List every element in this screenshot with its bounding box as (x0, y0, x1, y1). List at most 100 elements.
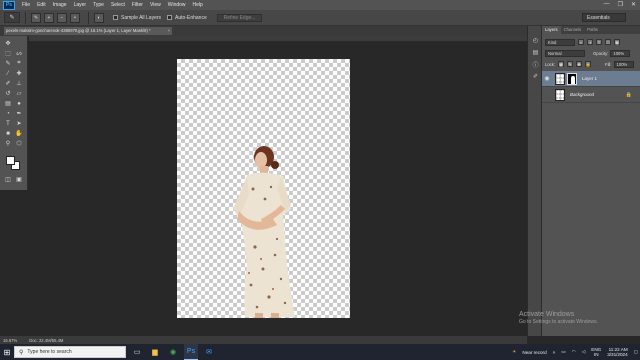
menu-select[interactable]: Select (111, 2, 125, 8)
lock-all-icon[interactable]: 🔒 (585, 61, 592, 67)
language-indicator[interactable]: ENG IN (591, 347, 601, 357)
quick-selection-tool-icon[interactable]: ✎ (3, 59, 13, 68)
lock-position-icon[interactable]: ✥ (576, 61, 583, 67)
chrome-icon[interactable]: ◉ (166, 344, 180, 360)
type-tool-icon[interactable]: T (3, 119, 13, 128)
brush-pressure-icon[interactable]: ◐ (94, 12, 104, 23)
lasso-tool-icon[interactable]: ᔕ (14, 49, 24, 58)
quick-mask-icon[interactable]: ◫ (3, 175, 13, 184)
type-filter-icon[interactable]: T (596, 39, 602, 45)
screen-mode-icon[interactable]: ▣ (14, 175, 24, 184)
menu-image[interactable]: Image (53, 2, 67, 8)
eraser-tool-icon[interactable]: ▱ (14, 89, 24, 98)
layer-thumbnail[interactable] (555, 72, 565, 85)
crop-tool-icon[interactable]: ⌗ (14, 59, 24, 68)
file-explorer-icon[interactable]: ▆ (148, 344, 162, 360)
document-canvas[interactable] (177, 59, 350, 318)
menu-file[interactable]: File (22, 2, 30, 8)
gradient-tool-icon[interactable]: ▤ (3, 99, 13, 108)
brush-tool-icon[interactable]: ✐ (3, 79, 13, 88)
weather-icon[interactable]: ☀ (512, 349, 516, 355)
lock-row: Lock: ▦ ✎ ✥ 🔒 Fill: 100% (542, 59, 640, 69)
history-brush-tool-icon[interactable]: ↺ (3, 89, 13, 98)
sample-all-layers-checkbox[interactable]: Sample All Layers (113, 15, 161, 21)
zoom-level[interactable]: 16.67% (3, 338, 17, 343)
tray-overflow-icon[interactable]: ˄ (553, 350, 556, 355)
photoshop-taskbar-icon[interactable]: Ps (184, 344, 198, 360)
auto-enhance-checkbox[interactable]: Auto-Enhance (167, 15, 207, 21)
document-tab[interactable]: pexels-maksim-goncharenok-4380970.jpg @ … (4, 27, 172, 35)
dodge-tool-icon[interactable]: ◔ (3, 109, 13, 118)
menu-help[interactable]: Help (193, 2, 203, 8)
layer-kind-select[interactable]: Kind (545, 38, 575, 46)
close-icon[interactable]: ✕ (631, 1, 636, 8)
smart-object-filter-icon[interactable]: ▦ (614, 39, 620, 45)
fill-field[interactable]: 100% (613, 60, 634, 68)
checkbox-box[interactable] (113, 15, 118, 20)
notifications-icon[interactable]: ▢ (634, 349, 638, 355)
layer-thumbnail[interactable] (555, 88, 565, 101)
menu-layer[interactable]: Layer (74, 2, 87, 8)
panel-icon-strip: ◴ ▤ ⓘ ✐ (527, 26, 542, 336)
workspace-select[interactable]: Essentials (582, 13, 626, 22)
properties-icon[interactable]: ▤ (531, 48, 540, 57)
eyedropper-tool-icon[interactable]: ⁄ (3, 69, 13, 78)
tab-paths[interactable]: Paths (584, 26, 601, 34)
move-tool-icon[interactable]: ✥ (3, 39, 13, 48)
restore-icon[interactable]: ❐ (618, 1, 623, 8)
shape-filter-icon[interactable]: □ (605, 39, 611, 45)
foreground-color-swatch[interactable] (6, 156, 15, 165)
clock[interactable]: 11:22 AM 3/31/2024 (607, 347, 627, 357)
healing-brush-tool-icon[interactable]: ✚ (14, 69, 24, 78)
subtract-from-selection-icon[interactable]: − (57, 12, 67, 23)
tab-channels[interactable]: Channels (561, 26, 585, 34)
hand-tool-icon[interactable]: ✋ (14, 129, 24, 138)
close-icon[interactable]: × (168, 27, 170, 35)
info-icon[interactable]: ⓘ (531, 60, 540, 69)
pen-tool-icon[interactable]: ✒ (14, 109, 24, 118)
path-selection-tool-icon[interactable]: ➤ (14, 119, 24, 128)
history-icon[interactable]: ◴ (531, 36, 540, 45)
menu-filter[interactable]: Filter (132, 2, 143, 8)
task-view-icon[interactable]: ▭ (130, 344, 144, 360)
canvas-area[interactable] (29, 36, 527, 336)
clone-stamp-tool-icon[interactable]: ⊥ (14, 79, 24, 88)
lock-pixels-icon[interactable]: ✎ (567, 61, 574, 67)
network-icon[interactable]: ◠ (572, 349, 576, 355)
marquee-tool-icon[interactable]: ⬚ (3, 49, 13, 58)
volume-icon[interactable]: ◁ (582, 349, 586, 355)
opacity-field[interactable]: 100% (610, 49, 631, 57)
menu-view[interactable]: View (150, 2, 161, 8)
add-to-selection-icon[interactable]: + (44, 12, 54, 23)
layer-row-layer-1[interactable]: ◉ Layer 1 (542, 71, 640, 87)
battery-icon[interactable]: ▭ (561, 349, 565, 355)
mail-icon[interactable]: ✉ (202, 344, 216, 360)
brushes-icon[interactable]: ✐ (531, 72, 540, 81)
taskbar-search[interactable]: ⚲ Type here to search (14, 346, 126, 358)
quick-selection-tool-preset-icon[interactable]: ✎ (4, 12, 20, 23)
menu-edit[interactable]: Edit (37, 2, 46, 8)
layer-row-background[interactable]: Background 🔒 (542, 87, 640, 103)
3d-tool-icon[interactable]: ⬡ (14, 139, 24, 148)
menu-window[interactable]: Window (168, 2, 186, 8)
layer-name[interactable]: Layer 1 (582, 76, 597, 81)
checkbox-box[interactable] (167, 15, 173, 20)
layer-mask-thumbnail[interactable] (567, 72, 577, 85)
brush-size-icon[interactable]: • (70, 12, 80, 23)
shape-tool-icon[interactable]: ■ (3, 129, 13, 138)
refine-edge-button[interactable]: Refine Edge... (216, 13, 263, 22)
eye-icon[interactable]: ◉ (542, 75, 552, 82)
zoom-tool-icon[interactable]: ⚲ (3, 139, 13, 148)
menu-type[interactable]: Type (93, 2, 104, 8)
layer-name[interactable]: Background (570, 92, 594, 97)
lock-transparent-icon[interactable]: ▦ (558, 61, 565, 67)
blend-mode-select[interactable]: Normal (545, 49, 585, 57)
pixel-filter-icon[interactable]: ▪ (578, 39, 584, 45)
minimize-icon[interactable]: — (604, 1, 610, 8)
weather-text[interactable]: Near record (522, 350, 546, 355)
tab-layers[interactable]: Layers (542, 26, 561, 34)
new-selection-icon[interactable]: ✎ (31, 12, 41, 23)
blur-tool-icon[interactable]: ● (14, 99, 24, 108)
windows-start-icon[interactable]: ⊞ (0, 344, 14, 360)
adjustment-filter-icon[interactable]: ◑ (587, 39, 593, 45)
